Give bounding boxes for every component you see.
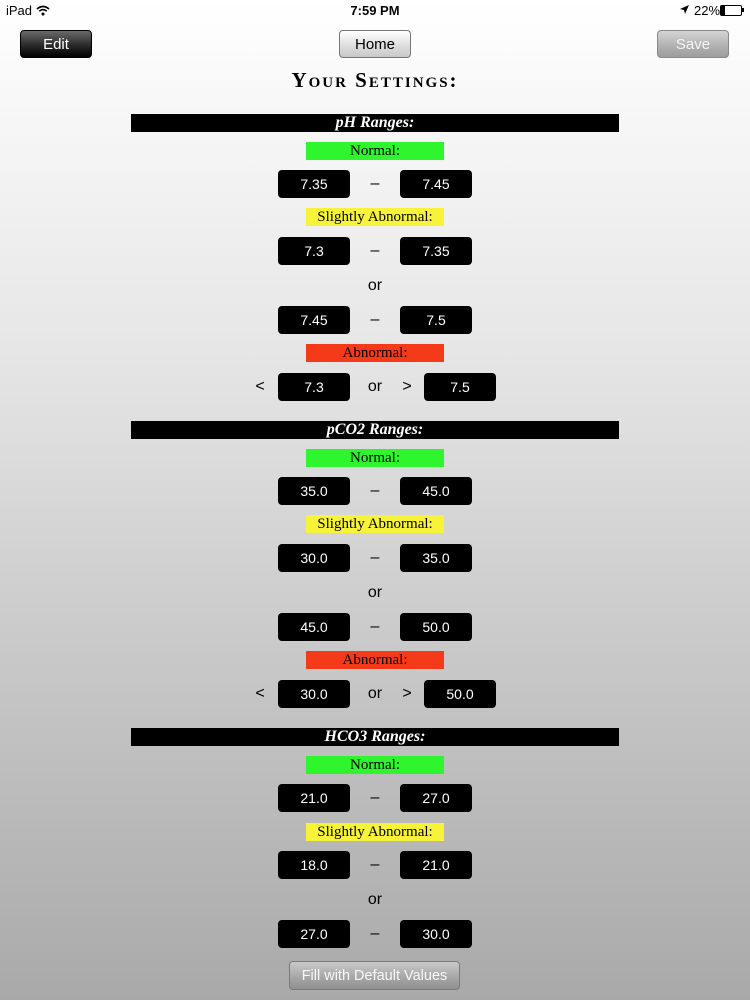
range-dash: – bbox=[370, 482, 380, 499]
or-label: or bbox=[367, 277, 383, 294]
pco2-slight-high-max-field[interactable]: 50.0 bbox=[400, 613, 472, 641]
ph-slight-low-min-field[interactable]: 7.3 bbox=[278, 237, 350, 265]
status-time: 7:59 PM bbox=[350, 3, 400, 18]
or-label: or bbox=[367, 378, 383, 395]
greater-than-sign: > bbox=[402, 378, 412, 395]
home-button[interactable]: Home bbox=[339, 30, 411, 58]
pco2-abnormal-low-field[interactable]: 30.0 bbox=[278, 680, 350, 708]
ph-abnormal-label: Abnormal: bbox=[306, 344, 444, 362]
pco2-abnormal-high-field[interactable]: 50.0 bbox=[424, 680, 496, 708]
hco3-slight-low-max-field[interactable]: 21.0 bbox=[400, 851, 472, 879]
or-label: or bbox=[367, 891, 383, 908]
ph-abnormal-high-field[interactable]: 7.5 bbox=[424, 373, 496, 401]
pco2-section-header: pCO2 Ranges: bbox=[131, 421, 619, 439]
ph-slight-label: Slightly Abnormal: bbox=[306, 208, 444, 226]
range-dash: – bbox=[370, 618, 380, 635]
hco3-slight-low-min-field[interactable]: 18.0 bbox=[278, 851, 350, 879]
hco3-slight-label: Slightly Abnormal: bbox=[306, 823, 444, 841]
or-label: or bbox=[367, 584, 383, 601]
edit-button[interactable]: Edit bbox=[20, 30, 92, 58]
ph-abnormal-low-field[interactable]: 7.3 bbox=[278, 373, 350, 401]
battery-tip bbox=[742, 8, 744, 12]
range-dash: – bbox=[370, 549, 380, 566]
less-than-sign: < bbox=[255, 685, 265, 702]
range-dash: – bbox=[370, 856, 380, 873]
range-dash: – bbox=[370, 175, 380, 192]
hco3-normal-max-field[interactable]: 27.0 bbox=[400, 784, 472, 812]
range-dash: – bbox=[370, 925, 380, 942]
range-dash: – bbox=[370, 311, 380, 328]
location-arrow-icon bbox=[680, 5, 689, 14]
ph-normal-max-field[interactable]: 7.45 bbox=[400, 170, 472, 198]
ph-slight-high-max-field[interactable]: 7.5 bbox=[400, 306, 472, 334]
or-label: or bbox=[367, 685, 383, 702]
ph-slight-high-min-field[interactable]: 7.45 bbox=[278, 306, 350, 334]
battery-percent: 22% bbox=[694, 3, 721, 18]
hco3-section-header: HCO3 Ranges: bbox=[131, 728, 619, 746]
pco2-normal-max-field[interactable]: 45.0 bbox=[400, 477, 472, 505]
hco3-normal-label: Normal: bbox=[306, 756, 444, 774]
ph-section-header: pH Ranges: bbox=[131, 114, 619, 132]
pco2-abnormal-label: Abnormal: bbox=[306, 651, 444, 669]
ph-slight-low-max-field[interactable]: 7.35 bbox=[400, 237, 472, 265]
ph-normal-label: Normal: bbox=[306, 142, 444, 160]
pco2-normal-min-field[interactable]: 35.0 bbox=[278, 477, 350, 505]
pco2-slight-low-min-field[interactable]: 30.0 bbox=[278, 544, 350, 572]
ph-normal-min-field[interactable]: 7.35 bbox=[278, 170, 350, 198]
battery-icon bbox=[720, 5, 742, 16]
pco2-slight-high-min-field[interactable]: 45.0 bbox=[278, 613, 350, 641]
fill-default-values-button[interactable]: Fill with Default Values bbox=[289, 961, 460, 990]
less-than-sign: < bbox=[255, 378, 265, 395]
hco3-slight-high-min-field[interactable]: 27.0 bbox=[278, 920, 350, 948]
save-button[interactable]: Save bbox=[657, 30, 729, 58]
greater-than-sign: > bbox=[402, 685, 412, 702]
pco2-slight-label: Slightly Abnormal: bbox=[306, 515, 444, 533]
page-title: Your Settings: bbox=[291, 68, 459, 92]
hco3-normal-min-field[interactable]: 21.0 bbox=[278, 784, 350, 812]
range-dash: – bbox=[370, 789, 380, 806]
hco3-slight-high-max-field[interactable]: 30.0 bbox=[400, 920, 472, 948]
pco2-slight-low-max-field[interactable]: 35.0 bbox=[400, 544, 472, 572]
pco2-normal-label: Normal: bbox=[306, 449, 444, 467]
range-dash: – bbox=[370, 242, 380, 259]
